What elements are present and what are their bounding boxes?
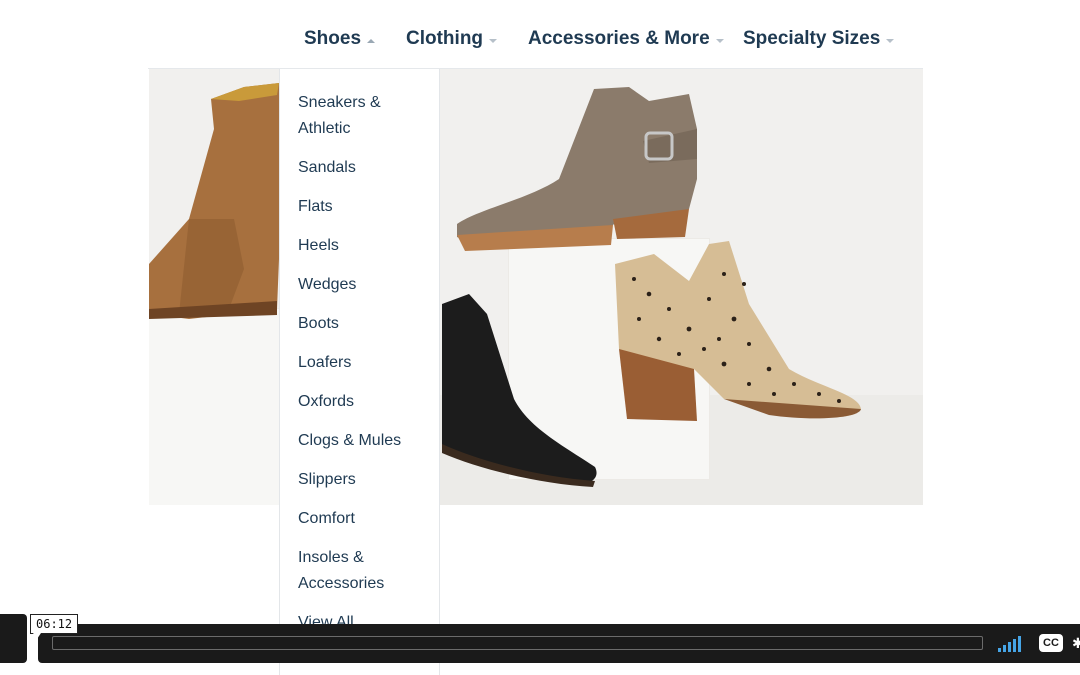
menu-item-clogs-mules[interactable]: Clogs & Mules <box>298 428 428 454</box>
nav-item-label: Clothing <box>406 28 484 49</box>
shoes-illustration <box>149 83 861 487</box>
nav-item-label: Specialty Sizes <box>743 28 881 49</box>
menu-item-loafers[interactable]: Loafers <box>298 350 428 376</box>
settings-icon[interactable]: ✱ <box>1072 635 1080 651</box>
black-pointed-boot-icon <box>442 294 597 487</box>
volume-icon[interactable] <box>998 636 1021 652</box>
tan-western-boot-icon <box>149 83 281 319</box>
chevron-down-icon <box>715 39 724 43</box>
closed-captions-button[interactable]: CC <box>1039 634 1063 652</box>
play-button[interactable] <box>0 614 27 663</box>
menu-item-oxfords[interactable]: Oxfords <box>298 389 428 415</box>
menu-item-slippers[interactable]: Slippers <box>298 467 428 493</box>
chevron-down-icon <box>489 39 498 43</box>
nav-item-clothing[interactable]: Clothing <box>406 28 498 70</box>
chevron-up-icon <box>367 39 376 43</box>
menu-item-sneakers-athletic[interactable]: Sneakers & Athletic <box>298 90 428 142</box>
chevron-down-icon <box>886 39 895 43</box>
taupe-buckle-bootie-icon <box>457 87 697 251</box>
menu-item-insoles-accessories[interactable]: Insoles & Accessories <box>298 545 428 597</box>
menu-item-flats[interactable]: Flats <box>298 194 428 220</box>
menu-item-wedges[interactable]: Wedges <box>298 272 428 298</box>
shoes-dropdown-menu: Sneakers & Athletic Sandals Flats Heels … <box>279 69 440 675</box>
menu-item-comfort[interactable]: Comfort <box>298 506 428 532</box>
hero-image <box>149 69 923 505</box>
menu-item-sandals[interactable]: Sandals <box>298 155 428 181</box>
menu-item-boots[interactable]: Boots <box>298 311 428 337</box>
nav-item-label: Accessories & More <box>528 28 710 49</box>
nav-item-shoes[interactable]: Shoes <box>304 28 376 72</box>
timestamp-tooltip: 06:12 <box>30 614 79 639</box>
nav-item-label: Shoes <box>304 28 362 49</box>
nav-item-accessories[interactable]: Accessories & More <box>528 28 724 70</box>
leopard-print-bootie-icon <box>615 241 861 421</box>
top-nav: Shoes Clothing Accessories & More Specia… <box>0 0 1080 72</box>
menu-item-heels[interactable]: Heels <box>298 233 428 259</box>
nav-item-specialty-sizes[interactable]: Specialty Sizes <box>743 28 895 70</box>
progress-track[interactable] <box>52 636 983 650</box>
